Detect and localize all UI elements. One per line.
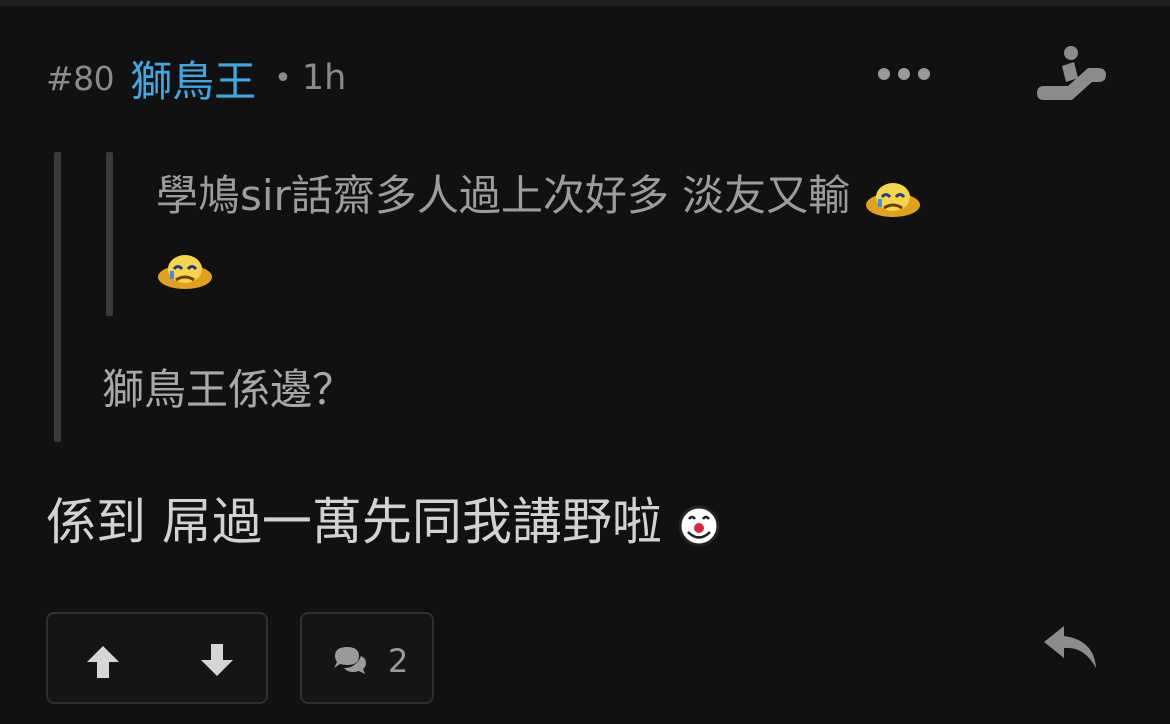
more-dots-icon[interactable] bbox=[878, 68, 930, 80]
comment-button[interactable]: 2 bbox=[300, 612, 434, 704]
nested-quote-text: 學鳩sir話齋多人過上次好多 淡友又輸 bbox=[156, 160, 1116, 304]
comment-bubble-icon bbox=[334, 647, 366, 674]
post-number: #80 bbox=[46, 58, 115, 98]
username-link[interactable]: 獅鳥王 bbox=[130, 48, 256, 109]
vote-box bbox=[46, 612, 268, 704]
crying-emoji-icon bbox=[158, 254, 212, 289]
post-body: 係到 屌過一萬先同我講野啦 bbox=[46, 482, 720, 554]
escalator-icon[interactable] bbox=[1036, 44, 1106, 106]
post-time: 1h bbox=[301, 58, 347, 98]
reply-icon[interactable] bbox=[1040, 622, 1100, 672]
arrow-up-icon[interactable] bbox=[86, 644, 120, 680]
top-divider bbox=[0, 0, 1170, 6]
clown-face-emoji-icon bbox=[678, 505, 720, 546]
quote-outer-bar bbox=[54, 152, 61, 442]
comment-count: 2 bbox=[388, 642, 409, 680]
quote-text: 獅鳥王係邊？ bbox=[102, 365, 355, 414]
arrow-down-icon[interactable] bbox=[200, 642, 234, 678]
nested-quote-content: 學鳩sir話齋多人過上次好多 淡友又輸 bbox=[156, 171, 851, 220]
post-header: #80 獅鳥王 • 1h bbox=[46, 50, 346, 106]
quote-inner-bar bbox=[106, 152, 113, 316]
post-body-text: 係到 屌過一萬先同我講野啦 bbox=[46, 493, 662, 551]
separator-dot: • bbox=[274, 60, 292, 96]
crying-emoji-icon bbox=[865, 182, 920, 217]
